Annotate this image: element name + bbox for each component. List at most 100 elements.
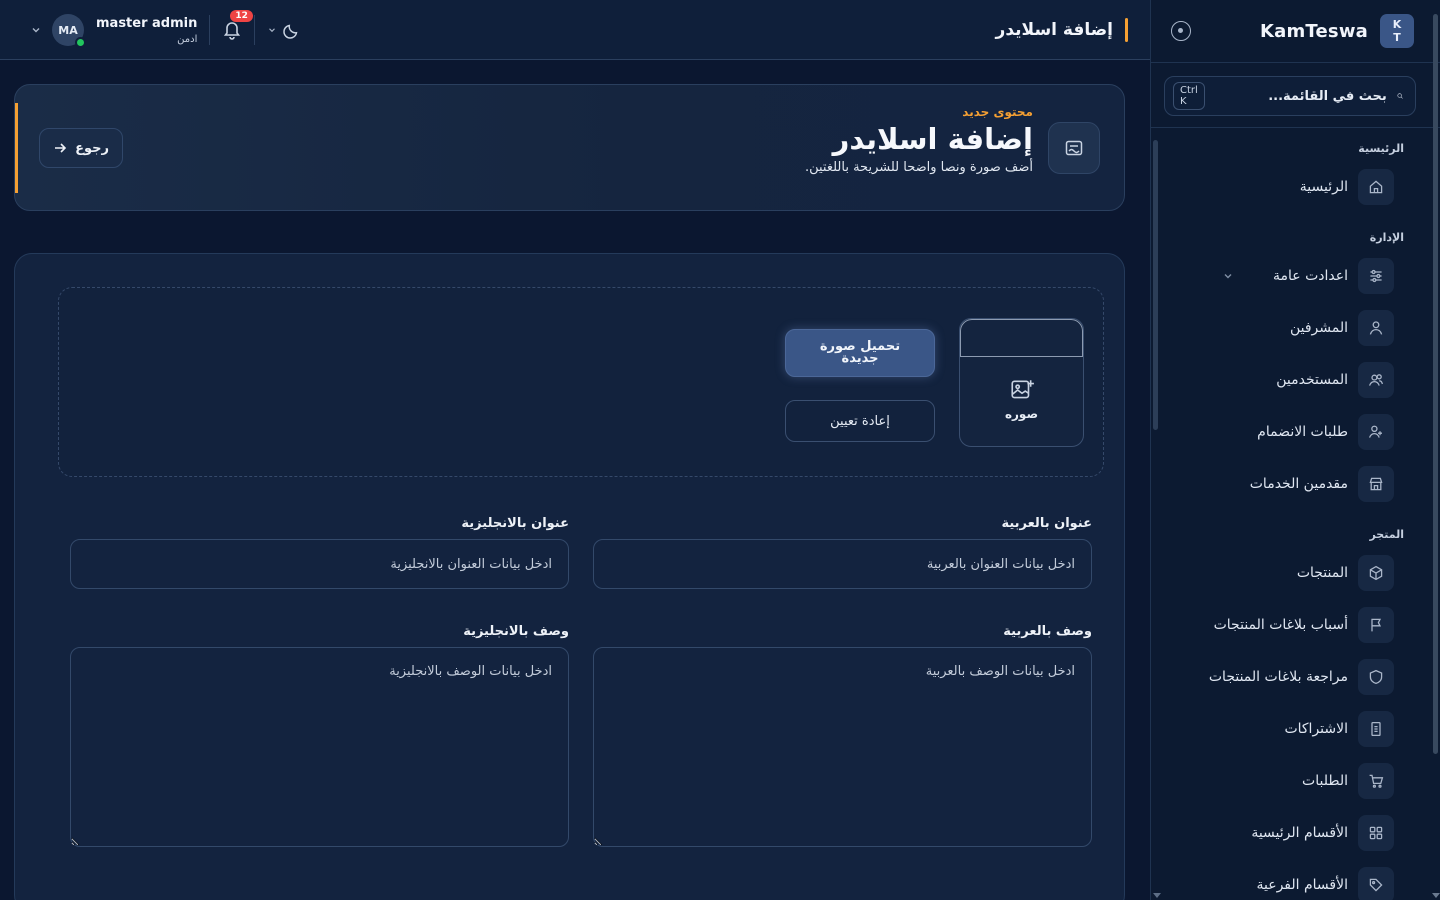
sidebar-divider-2 — [1150, 127, 1440, 128]
sidebar-search[interactable]: Ctrl K — [1164, 76, 1416, 116]
image-placeholder: صوره — [960, 377, 1083, 421]
sidebar-item-label: المنتجات — [1296, 565, 1348, 581]
sidebar-collapse-icon[interactable] — [1171, 21, 1191, 41]
theme-menu-chevron-icon[interactable] — [267, 25, 277, 35]
online-status-dot — [75, 37, 86, 48]
title-ar-input[interactable] — [593, 539, 1092, 589]
back-button-label: رجوع — [75, 140, 109, 156]
scroll-down-icon[interactable] — [1432, 893, 1440, 898]
sidebar-item-label: مراجعة بلاغات المنتجات — [1208, 669, 1348, 685]
topbar-separator — [254, 15, 256, 45]
page-title: إضافة اسلايدر — [995, 20, 1113, 40]
tag-icon — [1358, 867, 1394, 900]
sidebar-item-orders[interactable]: الطلبات — [1162, 755, 1440, 807]
desc-en-label: وصف بالانجليزية — [463, 624, 569, 639]
sidebar-item-sub-categories[interactable]: الأقسام الفرعية — [1162, 859, 1440, 900]
sidebar-item-supervisors[interactable]: المشرفين — [1162, 302, 1440, 354]
title-ar-field: عنوان بالعربية — [593, 516, 1092, 589]
sidebar-item-report-reasons[interactable]: أسباب بلاغات المنتجات — [1162, 599, 1440, 651]
avatar[interactable]: MA — [52, 14, 86, 48]
box-icon — [1358, 555, 1394, 591]
image-add-icon — [1010, 380, 1034, 399]
image-label: صوره — [1004, 407, 1039, 421]
topbar-actions: MA master admin ادمن 12 — [30, 10, 301, 50]
bell-icon — [224, 22, 241, 40]
title-en-field: عنوان بالانجليزية — [70, 516, 569, 589]
sidebar-divider — [1150, 62, 1440, 63]
avatar-initials: MA — [58, 23, 78, 37]
upload-image-button[interactable]: تحميل صورة جديدة — [785, 329, 935, 377]
sidebar-scroll-down-icon[interactable] — [1153, 893, 1161, 898]
hero-text: محتوى جديد إضافة اسلايدر أضف صورة ونصا و… — [805, 105, 1033, 175]
search-shortcut: Ctrl K — [1173, 82, 1205, 110]
sidebar-item-label: الطلبات — [1302, 773, 1348, 789]
sidebar-item-label: الاشتراكات — [1284, 721, 1348, 737]
page-scrollbar[interactable] — [1432, 0, 1440, 900]
user-menu-chevron-icon[interactable] — [30, 24, 42, 36]
sidebar-item-label: مقدمين الخدمات — [1249, 476, 1348, 492]
sidebar-item-service-providers[interactable]: مقدمين الخدمات — [1162, 458, 1440, 510]
topbar-title-wrap: إضافة اسلايدر — [996, 18, 1128, 42]
user-role: ادمن — [177, 33, 198, 45]
sidebar-item-label: أسباب بلاغات المنتجات — [1213, 617, 1348, 633]
sidebar-item-products[interactable]: المنتجات — [1162, 547, 1440, 599]
page-scrollbar-thumb[interactable] — [1433, 14, 1438, 754]
receipt-icon — [1358, 711, 1394, 747]
title-ar-label: عنوان بالعربية — [1001, 516, 1092, 531]
chevron-down-icon[interactable] — [1222, 270, 1234, 282]
reset-image-button[interactable]: إعادة تعيين — [785, 400, 935, 442]
topbar: إضافة اسلايدر MA master admin ادمن 12 — [0, 0, 1150, 60]
title-en-label: عنوان بالانجليزية — [461, 516, 569, 531]
sidebar: K T KamTeswa Ctrl K الرئيسية الرئيسية ال… — [1150, 0, 1440, 900]
sidebar-item-users[interactable]: المستخدمين — [1162, 354, 1440, 406]
moon-icon[interactable] — [283, 21, 301, 39]
brand-logo[interactable]: K T — [1380, 14, 1414, 48]
user-plus-icon — [1358, 414, 1394, 450]
hero-subtitle: أضف صورة ونصا واضحا للشريحة باللغتين. — [804, 160, 1033, 175]
sidebar-item-label: الأقسام الفرعية — [1256, 877, 1349, 893]
sidebar-section-title: الإدارة — [1369, 231, 1404, 244]
flag-icon — [1358, 607, 1394, 643]
brand-logo-line1: K — [1392, 18, 1402, 31]
sidebar-item-subscriptions[interactable]: الاشتراكات — [1162, 703, 1440, 755]
grid-icon — [1358, 815, 1394, 851]
user-info[interactable]: master admin ادمن — [96, 16, 197, 45]
sidebar-item-label: المشرفين — [1289, 320, 1348, 336]
back-button[interactable]: رجوع — [39, 128, 123, 168]
hero-title: إضافة اسلايدر — [832, 122, 1033, 156]
home-icon — [1358, 169, 1394, 205]
sidebar-item-report-review[interactable]: مراجعة بلاغات المنتجات — [1162, 651, 1440, 703]
arrow-right-icon — [55, 143, 67, 153]
search-icon — [1397, 93, 1403, 99]
sidebar-section-title: المتجر — [1369, 528, 1404, 541]
sidebar-header: K T KamTeswa — [1151, 0, 1440, 62]
topbar-separator — [209, 15, 211, 45]
slider-image-icon — [1048, 122, 1100, 174]
sidebar-item-label: الرئيسية — [1299, 179, 1348, 195]
sidebar-item-label: طلبات الانضمام — [1257, 424, 1348, 440]
sidebar-scrollbar[interactable] — [1153, 140, 1158, 430]
sidebar-nav: الرئيسية الرئيسية الإدارة اعدادت عامة ال… — [1162, 136, 1440, 900]
store-icon — [1358, 466, 1394, 502]
main-content: محتوى جديد إضافة اسلايدر أضف صورة ونصا و… — [0, 60, 1150, 900]
sidebar-search-input[interactable] — [1204, 88, 1387, 104]
user-name: master admin — [96, 15, 198, 31]
desc-ar-label: وصف بالعربية — [1003, 624, 1092, 639]
desc-en-textarea[interactable] — [70, 647, 569, 847]
shield-icon — [1358, 659, 1394, 695]
hero-accent-bar — [15, 103, 18, 193]
title-en-input[interactable] — [70, 539, 569, 589]
sidebar-item-join-requests[interactable]: طلبات الانضمام — [1162, 406, 1440, 458]
sidebar-item-label: الأقسام الرئيسية — [1251, 825, 1348, 841]
sidebar-item-main-categories[interactable]: الأقسام الرئيسية — [1162, 807, 1440, 859]
title-accent-bar — [1125, 18, 1128, 42]
sidebar-item-general-settings[interactable]: اعدادت عامة — [1162, 250, 1440, 302]
notifications-button[interactable]: 12 — [222, 10, 253, 40]
user-icon — [1358, 310, 1394, 346]
sidebar-item-home[interactable]: الرئيسية — [1162, 161, 1440, 213]
desc-ar-textarea[interactable] — [593, 647, 1092, 847]
image-preview[interactable]: صوره — [959, 318, 1084, 447]
sidebar-item-label: المستخدمين — [1276, 372, 1348, 388]
desc-en-field: وصف بالانجليزية — [70, 624, 569, 851]
brand-logo-line2: T — [1393, 31, 1401, 44]
